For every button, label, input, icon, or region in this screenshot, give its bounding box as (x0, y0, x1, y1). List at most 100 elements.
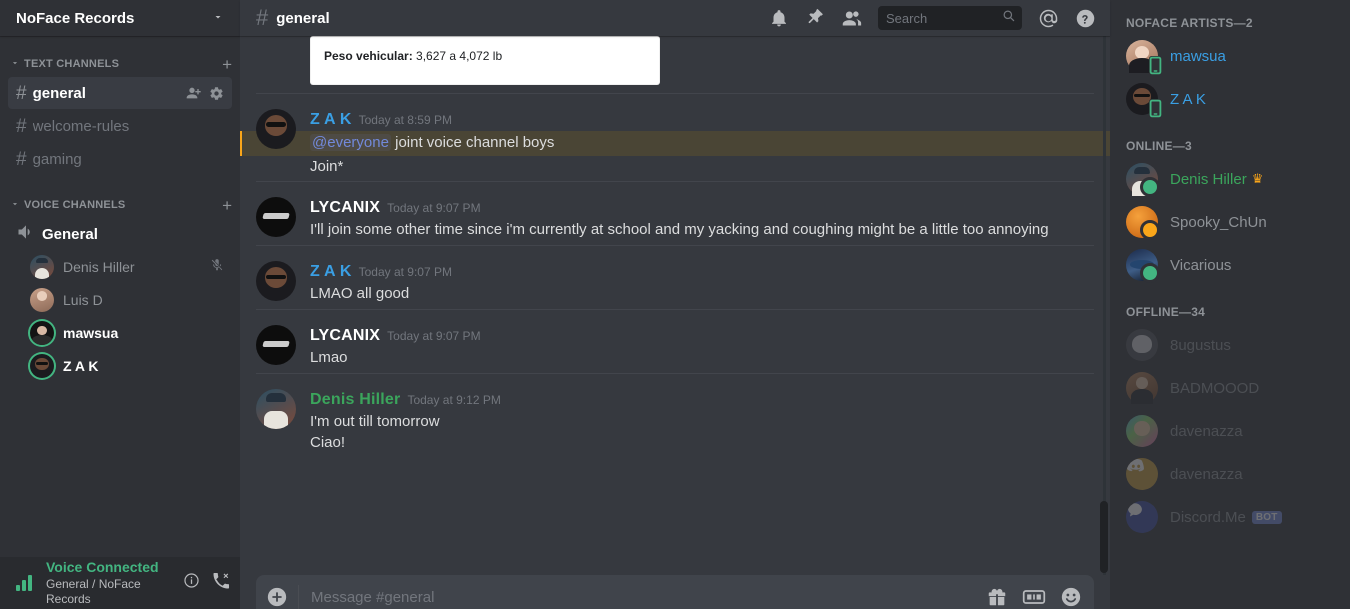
message-text: joint voice channel boys (395, 133, 555, 151)
member-row-davenazza-1[interactable]: davenazza (1118, 410, 1342, 452)
member-row-zak[interactable]: Z A K (1118, 78, 1342, 120)
main-chat-area: # general Search Peso vehicular: 3,627 a… (240, 0, 1110, 609)
gift-icon[interactable] (986, 586, 1008, 608)
avatar (1126, 415, 1158, 447)
message-author[interactable]: Z A K (310, 263, 352, 281)
attachment-image[interactable]: Peso vehicular: 3,627 a 4,072 lb (310, 36, 660, 85)
members-icon[interactable] (841, 8, 862, 29)
avatar[interactable] (256, 108, 296, 149)
voice-member-luis-d[interactable]: Luis D (8, 284, 232, 316)
avatar (30, 288, 54, 312)
avatar[interactable] (256, 261, 296, 302)
divider (256, 92, 1094, 94)
add-attachment-icon[interactable] (256, 575, 298, 609)
message-text: I'm out till tomorrow (310, 412, 440, 430)
message-composer[interactable] (256, 575, 1094, 609)
message-timestamp: Today at 9:07 PM (358, 265, 452, 280)
add-text-channel-button[interactable]: + (222, 56, 232, 73)
divider (256, 308, 1094, 310)
member-row-spooky-chun[interactable]: Spooky_ChUn (1118, 201, 1342, 243)
message-attachment[interactable]: Peso vehicular: 3,627 a 4,072 lb (240, 36, 1110, 93)
status-badge: BOT (1251, 510, 1282, 524)
member-row-denis-hiller[interactable]: Denis Hiller ♛ (1118, 158, 1342, 200)
scrollbar-track[interactable] (1103, 36, 1106, 575)
category-voice-channels[interactable]: VOICE CHANNELS + (0, 193, 240, 217)
scrollbar-thumb[interactable] (1100, 501, 1108, 573)
search-icon (1002, 9, 1016, 28)
avatar (1126, 163, 1160, 197)
mention-everyone[interactable]: @everyone (310, 133, 391, 151)
divider (256, 181, 1094, 183)
voice-status-label: Voice Connected (46, 559, 159, 576)
sidebar-item-welcome-rules[interactable]: # welcome-rules (8, 110, 232, 142)
member-name: davenazza (1170, 422, 1243, 440)
gear-icon[interactable] (209, 86, 224, 101)
search-input[interactable] (886, 10, 1002, 26)
member-row-8ugustus[interactable]: 8ugustus (1118, 324, 1342, 366)
chevron-down-icon (10, 199, 20, 211)
avatar (30, 321, 54, 345)
member-group-header: OFFLINE—34 (1126, 305, 1206, 319)
voice-member-denis-hiller[interactable]: Denis Hiller (8, 251, 232, 283)
avatar (1126, 40, 1162, 75)
server-header[interactable]: NoFace Records (0, 0, 240, 36)
chevron-down-icon[interactable] (212, 11, 224, 26)
online-status-icon (1140, 263, 1160, 283)
message-text: Join* (310, 157, 344, 175)
divider (256, 245, 1094, 247)
composer-region (240, 575, 1110, 609)
message-item: Denis Hiller Today at 9:12 PM I'm out ti… (240, 372, 1110, 459)
message-item: LYCANIX Today at 9:07 PM I'll join some … (240, 181, 1110, 245)
message-item: Z A K Today at 8:59 PM @everyone joint v… (240, 92, 1110, 182)
channel-label: welcome-rules (32, 117, 130, 135)
discord-app: NoFace Records TEXT CHANNELS + # general (0, 0, 1350, 609)
channel-label: gaming (32, 150, 82, 168)
member-row-vicarious[interactable]: Vicarious (1118, 244, 1342, 286)
pin-icon[interactable] (805, 8, 825, 28)
voice-member-zak[interactable]: Z A K (8, 350, 232, 382)
message-author[interactable]: Denis Hiller (310, 391, 400, 409)
message-timestamp: Today at 9:07 PM (387, 201, 481, 216)
info-icon[interactable] (181, 570, 202, 596)
gif-icon[interactable] (1022, 586, 1046, 608)
add-voice-channel-button[interactable]: + (222, 197, 232, 214)
voice-member-name: Denis Hiller (63, 259, 135, 275)
member-name: Z A K (1170, 90, 1206, 108)
sidebar-item-gaming[interactable]: # gaming (8, 143, 232, 175)
emoji-icon[interactable] (1060, 586, 1082, 608)
member-row-davenazza-2[interactable]: davenazza (1118, 453, 1342, 495)
avatar[interactable] (256, 388, 296, 429)
avatar (1126, 83, 1162, 118)
message-scroll-region: Peso vehicular: 3,627 a 4,072 lb Z A K T… (240, 36, 1110, 575)
discord-default-avatar-icon (1126, 458, 1158, 490)
channel-sidebar: NoFace Records TEXT CHANNELS + # general (0, 0, 240, 609)
sidebar-item-voice-general[interactable]: General (8, 218, 232, 250)
member-row-mawsua[interactable]: mawsua (1118, 35, 1342, 77)
avatar[interactable] (256, 324, 296, 365)
attachment-label: Peso vehicular: (324, 49, 413, 63)
category-label: VOICE CHANNELS (24, 199, 126, 211)
member-row-discord-me[interactable]: Discord.Me BOT (1118, 496, 1342, 538)
message-text-mention: @everyone joint voice channel boys (240, 130, 1110, 156)
phone-hangup-icon[interactable] (210, 570, 232, 597)
member-row-badmoood[interactable]: BADMOOOD (1118, 367, 1342, 409)
avatar (1126, 249, 1160, 283)
avatar (1126, 458, 1158, 490)
at-icon[interactable] (1038, 8, 1059, 29)
help-icon[interactable] (1075, 8, 1096, 29)
message-author[interactable]: LYCANIX (310, 199, 380, 217)
message-author[interactable]: Z A K (310, 111, 352, 129)
avatar[interactable] (256, 197, 296, 238)
sidebar-item-general[interactable]: # general (8, 77, 232, 109)
message-timestamp: Today at 9:07 PM (387, 328, 481, 343)
message-text: Ciao! (310, 434, 346, 452)
bell-icon[interactable] (769, 8, 789, 28)
invite-member-icon[interactable] (186, 85, 202, 101)
message-input[interactable] (298, 585, 986, 609)
member-list: NOFACE ARTISTS—2 mawsua Z A K ONLINE—3 D… (1110, 0, 1350, 609)
hash-icon: # (16, 82, 27, 104)
category-text-channels[interactable]: TEXT CHANNELS + (0, 52, 240, 76)
message-author[interactable]: LYCANIX (310, 327, 380, 345)
voice-member-mawsua[interactable]: mawsua (8, 317, 232, 349)
search-box[interactable] (878, 6, 1022, 30)
